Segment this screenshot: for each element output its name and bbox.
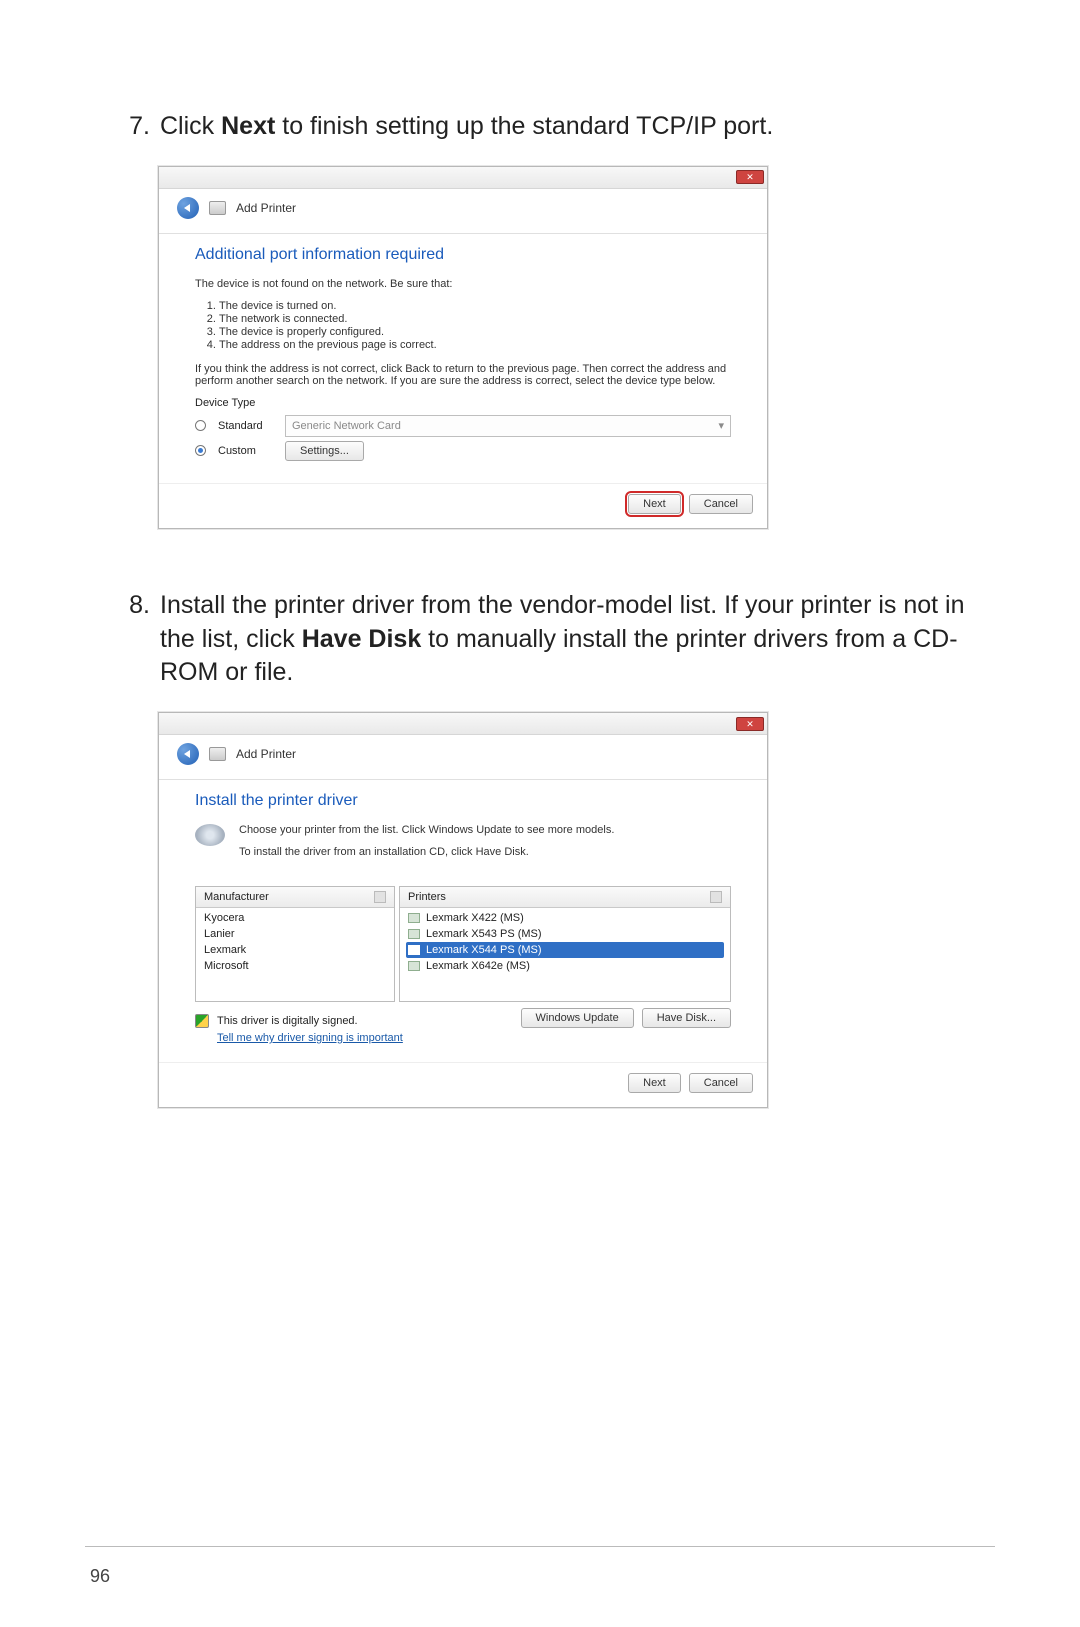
radio-standard[interactable] [195,420,206,431]
step-number: 8. [120,589,150,690]
cancel-button[interactable]: Cancel [689,1073,753,1093]
list-item[interactable]: Lexmark X642e (MS) [406,958,724,974]
back-icon[interactable] [177,197,199,219]
manufacturer-header: Manufacturer [204,891,269,903]
settings-button[interactable]: Settings... [285,441,364,461]
dialog-heading: Install the printer driver [195,792,731,810]
signed-text: This driver is digitally signed. [217,1015,358,1027]
list-item-selected[interactable]: Lexmark X544 PS (MS) [406,942,724,958]
step-text: Install the printer driver from the vend… [160,589,990,690]
cancel-button[interactable]: Cancel [689,494,753,514]
printer-item-icon [408,945,420,955]
device-type-row-standard[interactable]: Standard Generic Network Card▾ [195,415,731,437]
intro-text: The device is not found on the network. … [195,278,731,290]
choose-printer-text: Choose your printer from the list. Click… [239,824,614,836]
printer-icon [209,747,226,761]
footer-divider [85,1546,995,1547]
instruction-step-8: 8. Install the printer driver from the v… [120,589,990,690]
printers-list[interactable]: Printers Lexmark X422 (MS) Lexmark X543 … [399,886,731,1002]
list-item: The network is connected. [219,313,731,325]
signing-info-link[interactable]: Tell me why driver signing is important [217,1032,403,1044]
window-title: Add Printer [236,201,296,215]
add-printer-dialog-driver: ✕ Add Printer Install the printer driver… [158,712,768,1108]
list-item[interactable]: Microsoft [202,958,388,974]
windows-update-button[interactable]: Windows Update [521,1008,634,1028]
shield-icon [195,1014,209,1028]
printers-header: Printers [408,891,446,903]
have-disk-text: To install the driver from an installati… [239,846,614,858]
printer-icon [209,201,226,215]
scroll-up-icon[interactable] [374,891,386,903]
titlebar: ✕ [159,167,767,189]
dialog-heading: Additional port information required [195,246,731,264]
have-disk-button[interactable]: Have Disk... [642,1008,731,1028]
page-number: 96 [90,1566,110,1587]
device-type-row-custom[interactable]: Custom Settings... [195,441,731,461]
scroll-up-icon[interactable] [710,891,722,903]
chevron-down-icon: ▾ [718,419,724,432]
step-number: 7. [120,110,150,144]
radio-custom[interactable] [195,445,206,456]
network-card-combo[interactable]: Generic Network Card▾ [285,415,731,437]
close-button[interactable]: ✕ [736,170,764,184]
device-type-label: Device Type [195,397,731,409]
add-printer-dialog-port: ✕ Add Printer Additional port informatio… [158,166,768,529]
list-item: The device is properly configured. [219,326,731,338]
printer-item-icon [408,929,420,939]
dialog-header: Add Printer [159,189,767,234]
list-item[interactable]: Lexmark X543 PS (MS) [406,926,724,942]
next-button[interactable]: Next [628,1073,681,1093]
window-title: Add Printer [236,747,296,761]
instruction-paragraph: If you think the address is not correct,… [195,363,731,387]
close-button[interactable]: ✕ [736,717,764,731]
titlebar: ✕ [159,713,767,735]
list-item[interactable]: Lexmark X422 (MS) [406,910,724,926]
next-button[interactable]: Next [628,494,681,514]
list-item[interactable]: Lanier [202,926,388,942]
radio-label: Standard [218,420,273,432]
radio-label: Custom [218,445,273,457]
manufacturer-list[interactable]: Manufacturer Kyocera Lanier Lexmark Micr… [195,886,395,1002]
list-item: The device is turned on. [219,300,731,312]
dialog-footer: Next Cancel [159,1062,767,1107]
dialog-header: Add Printer [159,735,767,780]
instruction-step-7: 7. Click Next to finish setting up the s… [120,110,990,144]
step-text: Click Next to finish setting up the stan… [160,110,990,144]
requirements-list: The device is turned on. The network is … [195,300,731,351]
dialog-footer: Next Cancel [159,483,767,528]
back-icon[interactable] [177,743,199,765]
list-item: The address on the previous page is corr… [219,339,731,351]
printer-item-icon [408,913,420,923]
list-item[interactable]: Kyocera [202,910,388,926]
disc-icon [195,824,225,846]
list-item[interactable]: Lexmark [202,942,388,958]
printer-item-icon [408,961,420,971]
